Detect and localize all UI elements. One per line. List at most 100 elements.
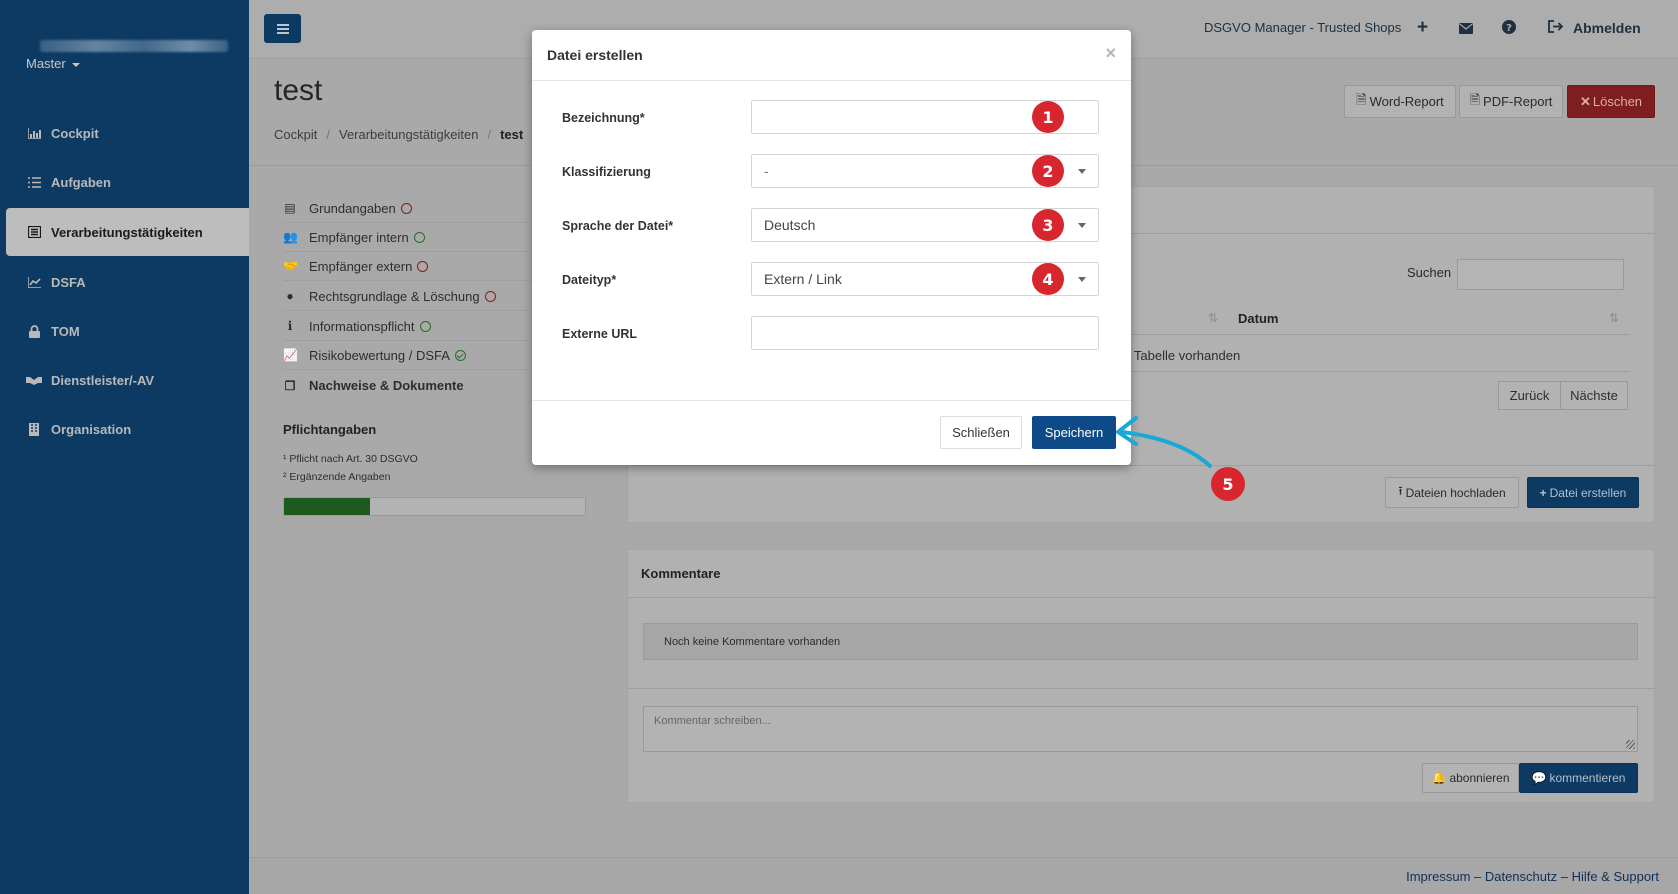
annotation-arrow-icon — [1116, 416, 1212, 468]
sidebar-item-organisation[interactable]: Organisation — [0, 405, 249, 453]
logout-link[interactable]: Abmelden — [1573, 20, 1641, 36]
modal-header: Datei erstellen × — [532, 30, 1131, 81]
hamburger-icon — [276, 27, 289, 30]
user-name-blurred — [40, 40, 228, 52]
status-ok-icon — [413, 231, 425, 243]
menu-toggle-button[interactable] — [264, 14, 301, 43]
table-header-divider — [1100, 334, 1630, 335]
breadcrumb: Cockpit / Verarbeitungstätigkeiten / test — [274, 127, 524, 142]
label-klassifizierung: Klassifizierung — [562, 165, 651, 179]
step-badge-2: 2 — [1032, 155, 1064, 187]
brand-link[interactable]: DSGVO Manager - Trusted Shops — [1204, 20, 1401, 35]
create-file-button[interactable]: + Datei erstellen — [1527, 477, 1639, 508]
bell-icon: 🔔 — [1431, 771, 1447, 785]
sidebar-item-cockpit[interactable]: Cockpit — [0, 109, 249, 157]
step-badge-1: 1 — [1032, 101, 1064, 133]
externe-url-input[interactable] — [751, 316, 1099, 350]
tasks-icon — [26, 175, 42, 189]
step-badge-5: 5 — [1211, 467, 1245, 501]
comments-empty-message: Noch keine Kommentare vorhanden — [643, 623, 1638, 660]
lock-icon — [26, 324, 42, 338]
comments-form-divider — [627, 688, 1655, 689]
comments-title: Kommentare — [641, 566, 721, 581]
users-icon: 👥 — [283, 230, 298, 244]
svg-text:?: ? — [1506, 23, 1512, 34]
chevron-down-icon — [1078, 223, 1086, 228]
list-icon: ▤ — [284, 201, 296, 215]
delete-button[interactable]: ✕ Löschen — [1567, 85, 1655, 118]
sidebar-item-verarbeitungstaetigkeiten[interactable]: Verarbeitungstätigkeiten — [6, 208, 249, 256]
pdf-report-button[interactable]: 🗎 PDF-Report — [1459, 85, 1563, 118]
close-button[interactable]: Schließen — [940, 416, 1022, 449]
comments-icon: 💬 — [1531, 771, 1547, 785]
status-ok-icon — [419, 320, 431, 332]
times-icon: ✕ — [1579, 93, 1591, 109]
save-button[interactable]: Speichern — [1032, 416, 1116, 449]
sign-out-icon[interactable] — [1548, 20, 1564, 38]
breadcrumb-verarbeitung[interactable]: Verarbeitungstätigkeiten — [339, 127, 478, 142]
breadcrumb-cockpit[interactable]: Cockpit — [274, 127, 317, 142]
search-label: Suchen — [1407, 265, 1452, 280]
page-title: test — [274, 74, 323, 107]
progress-fill — [284, 498, 370, 515]
create-file-modal: Datei erstellen × Bezeichnung* 1 Klassif… — [532, 30, 1131, 465]
step-badge-4: 4 — [1032, 263, 1064, 295]
help-icon[interactable]: ? — [1502, 20, 1516, 39]
column-header-datum[interactable]: Datum — [1238, 311, 1278, 326]
word-report-button[interactable]: 🗎 Word-Report — [1344, 85, 1456, 118]
sidebar: Master Cockpit Aufgaben Verarbeitungstät… — [0, 0, 249, 894]
chart-line-icon — [26, 275, 42, 289]
label-bezeichnung: Bezeichnung* — [562, 111, 645, 125]
pflicht-progress-bar — [283, 497, 586, 516]
check-circle-icon: ● — [286, 289, 294, 303]
file-pdf-icon: 🗎 — [1469, 91, 1481, 107]
upload-files-button[interactable]: ⭱ Dateien hochladen — [1385, 477, 1519, 508]
resize-handle[interactable] — [1626, 740, 1635, 749]
step-badge-3: 3 — [1032, 209, 1064, 241]
table-bottom-divider — [1100, 371, 1630, 372]
comment-textarea[interactable]: Kommentar schreiben... — [643, 706, 1638, 752]
chart-area-icon — [26, 126, 42, 140]
footer-links[interactable]: Impressum – Datenschutz – Hilfe & Suppor… — [1406, 869, 1659, 884]
breadcrumb-current: test — [500, 127, 524, 142]
envelope-icon[interactable] — [1459, 21, 1473, 39]
upload-icon: ⭱ — [1398, 484, 1403, 498]
plus-icon: + — [1539, 485, 1547, 500]
file-word-icon: 🗎 — [1356, 91, 1367, 107]
table-empty-message: er Tabelle vorhanden — [1119, 348, 1241, 363]
pagination-back-button[interactable]: Zurück — [1498, 381, 1561, 410]
handshake-icon: 🤝 — [283, 259, 298, 273]
building-icon — [26, 422, 42, 436]
tenant-dropdown[interactable]: Master — [26, 56, 80, 71]
label-dateityp: Dateityp* — [562, 273, 617, 287]
chevron-down-icon — [1078, 169, 1086, 174]
pflicht-title: Pflichtangaben — [283, 422, 377, 437]
sidebar-item-tom[interactable]: TOM — [0, 307, 249, 355]
list-alt-icon — [26, 225, 42, 239]
sort-icon[interactable]: ⇅ — [1208, 311, 1218, 325]
modal-footer-divider — [532, 400, 1131, 401]
label-sprache: Sprache der Datei* — [562, 219, 674, 233]
comments-divider — [627, 597, 1655, 598]
sidebar-item-dienstleister[interactable]: Dienstleister/-AV — [0, 356, 249, 404]
plus-icon[interactable]: + — [1417, 17, 1428, 39]
caret-down-icon — [71, 62, 80, 67]
pflicht-note-1: ¹ Pflicht nach Art. 30 DSGVO — [283, 453, 418, 465]
sidebar-item-dsfa[interactable]: DSFA — [0, 258, 249, 306]
subscribe-button[interactable]: 🔔 abonnieren — [1422, 763, 1519, 793]
chart-line-icon: 📈 — [283, 348, 298, 362]
status-incomplete-icon — [417, 260, 429, 272]
status-incomplete-icon — [400, 202, 412, 214]
status-complete-icon — [454, 349, 466, 361]
status-incomplete-icon — [484, 290, 496, 302]
pflicht-note-2: ² Ergänzende Angaben — [283, 471, 391, 483]
info-icon: i — [287, 319, 293, 333]
search-input[interactable] — [1457, 259, 1624, 290]
chevron-down-icon — [1078, 277, 1086, 282]
sort-icon[interactable]: ⇅ — [1609, 311, 1619, 325]
pagination-next-button[interactable]: Nächste — [1560, 381, 1628, 410]
sidebar-item-aufgaben[interactable]: Aufgaben — [0, 158, 249, 206]
close-icon[interactable]: × — [1105, 43, 1116, 64]
copy-icon: ❐ — [284, 378, 296, 393]
comment-button[interactable]: 💬 kommentieren — [1519, 763, 1638, 793]
